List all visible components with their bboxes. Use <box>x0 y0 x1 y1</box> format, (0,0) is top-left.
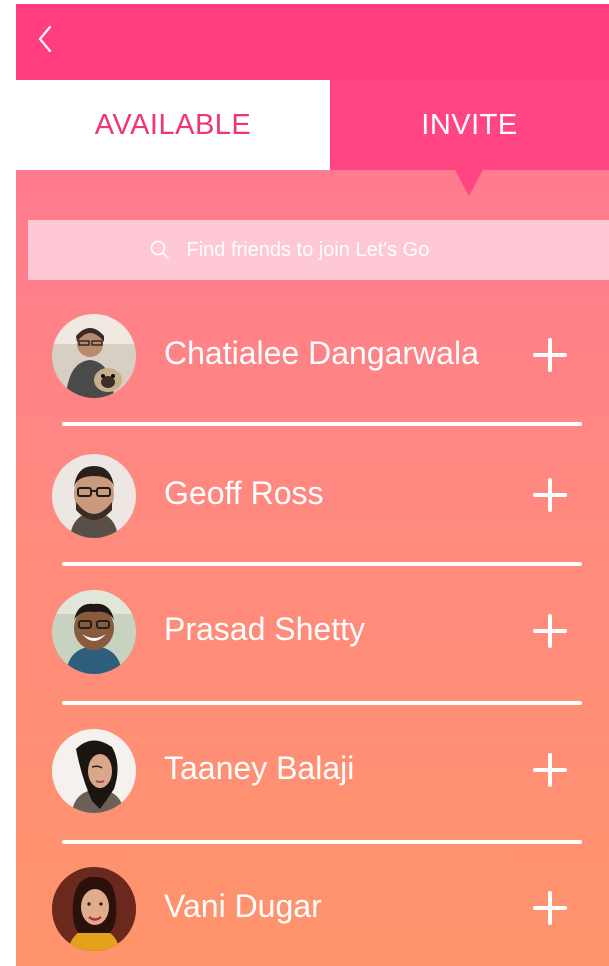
friend-row: Vani Dugar <box>16 864 609 954</box>
friend-name: Chatialee Dangarwala <box>164 335 479 371</box>
add-friend-button[interactable] <box>528 609 572 653</box>
search-bar[interactable] <box>28 220 609 280</box>
row-divider <box>62 701 582 705</box>
chevron-left-icon <box>38 25 52 53</box>
friend-row: Chatialee Dangarwala <box>16 311 609 401</box>
friend-name: Prasad Shetty <box>164 611 365 647</box>
add-friend-button[interactable] <box>528 473 572 517</box>
avatar <box>52 867 136 951</box>
back-button[interactable] <box>30 24 60 54</box>
search-icon <box>150 240 169 259</box>
row-divider <box>62 840 582 844</box>
add-friend-button[interactable] <box>528 886 572 930</box>
avatar <box>52 314 136 398</box>
friend-name: Geoff Ross <box>164 475 324 511</box>
friend-row: Prasad Shetty <box>16 587 609 677</box>
search-input[interactable] <box>184 237 489 263</box>
avatar <box>52 729 136 813</box>
tab-available[interactable]: AVAILABLE <box>16 80 330 170</box>
row-divider <box>62 422 582 426</box>
add-friend-button[interactable] <box>528 748 572 792</box>
friend-name: Taaney Balaji <box>164 750 355 786</box>
tab-invite[interactable]: INVITE <box>330 80 609 170</box>
header-bar <box>16 4 609 80</box>
friend-row: Geoff Ross <box>16 451 609 541</box>
add-friend-button[interactable] <box>528 333 572 377</box>
avatar <box>52 454 136 538</box>
row-divider <box>62 562 582 566</box>
invite-friends-screen: AVAILABLE INVITE Find friends to join Le… <box>16 4 609 966</box>
tab-invite-label: INVITE <box>421 108 518 141</box>
avatar <box>52 590 136 674</box>
active-tab-indicator <box>455 170 483 196</box>
friend-row: Taaney Balaji <box>16 726 609 816</box>
friend-name: Vani Dugar <box>164 888 322 924</box>
tab-bar: AVAILABLE INVITE <box>16 80 609 170</box>
tab-available-label: AVAILABLE <box>94 108 252 141</box>
